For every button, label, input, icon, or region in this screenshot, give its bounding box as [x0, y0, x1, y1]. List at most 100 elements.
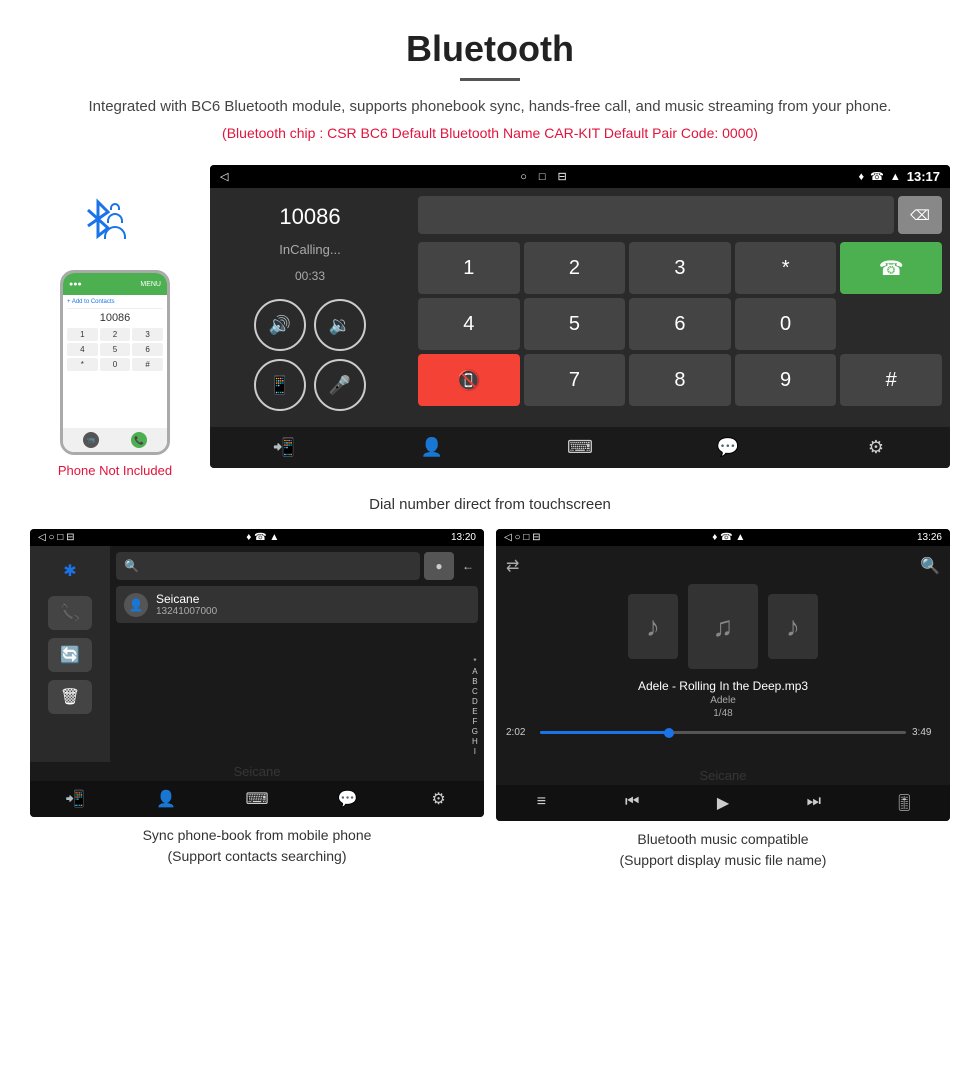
pb-nav-call-icon[interactable]: 📲 [57, 789, 93, 809]
pb-nav-messages-icon[interactable]: 💬 [330, 789, 366, 809]
album-art-row: ♪ ♫ ♪ [506, 584, 940, 669]
phone-menu-label: MENU [140, 281, 161, 288]
music-shuffle-icon[interactable]: ⇄ [506, 556, 519, 576]
phone-key-2[interactable]: 2 [100, 328, 131, 341]
pb-contact-row-1[interactable]: 👤 Seicane 13241007000 [116, 586, 478, 623]
phone-key-3[interactable]: 3 [132, 328, 163, 341]
nav-settings-icon[interactable]: ⚙ [856, 437, 896, 458]
car-location-icon: ♦ [859, 171, 865, 183]
phonebook-caption: Sync phone-book from mobile phone (Suppo… [133, 817, 382, 867]
phonebook-screen: ◁ ○ □ ⊟ ♦ ☎ ▲ 13:20 ✱ 📞 🔄 🗑 🔍 [30, 529, 484, 817]
phone-key-5[interactable]: 5 [100, 343, 131, 356]
dial-key-3[interactable]: 3 [629, 242, 731, 294]
pb-search-bar[interactable]: 🔍 [116, 552, 420, 580]
pb-nav-contacts-icon[interactable]: 👤 [148, 789, 184, 809]
pb-right-panel: 🔍 ● ← 👤 Seicane 13241007000 [110, 546, 484, 762]
car-phone-number: 10086 [279, 204, 340, 230]
contact-name-1: Seicane [156, 592, 217, 606]
phone-key-7[interactable]: * [67, 358, 98, 371]
dial-key-8[interactable]: 8 [629, 354, 731, 406]
phone-key-6[interactable]: 6 [132, 343, 163, 356]
music-progress-fill [540, 731, 668, 734]
pb-delete-icon[interactable]: 🗑 [48, 680, 92, 714]
car-right-panel: ⌫ 1 2 3 * ☎ 4 5 6 0 📵 7 8 [410, 188, 950, 427]
nav-call-transfer-icon[interactable]: 📲 [264, 437, 304, 458]
car-screen-wrap: ◁ ○ □ ⊟ ♦ ☎ ▲ 13:17 10086 InCalling... 0… [200, 165, 950, 468]
number-input-row: ⌫ [418, 196, 942, 234]
phone-video-btn[interactable]: 📹 [83, 432, 99, 448]
pb-contacts-area [116, 627, 468, 756]
dial-key-2[interactable]: 2 [524, 242, 626, 294]
nav-dialpad-icon[interactable]: ⌨ [560, 437, 600, 458]
car-volume-down-btn[interactable]: 🔉 [314, 299, 366, 351]
title-divider [460, 78, 520, 81]
music-search-icon[interactable]: 🔍 [920, 556, 940, 576]
page-header: Bluetooth Integrated with BC6 Bluetooth … [0, 0, 980, 165]
dial-key-7[interactable]: 7 [524, 354, 626, 406]
phone-key-4[interactable]: 4 [67, 343, 98, 356]
phone-add-contacts: + Add to Contacts [67, 299, 163, 309]
phone-not-included-label: Phone Not Included [58, 463, 172, 478]
car-nav-icon-home: ○ [520, 171, 527, 183]
music-nav-next-icon[interactable]: ⏭ [796, 793, 832, 813]
music-watermark: Seicane [496, 766, 950, 785]
car-mute-btn[interactable]: 🎤 [314, 359, 366, 411]
dial-key-9[interactable]: 9 [735, 354, 837, 406]
pb-call-icon[interactable]: 📞 [48, 596, 92, 630]
dial-key-5[interactable]: 5 [524, 298, 626, 350]
bottom-screenshots: ◁ ○ □ ⊟ ♦ ☎ ▲ 13:20 ✱ 📞 🔄 🗑 🔍 [0, 529, 980, 871]
dial-call-btn[interactable]: ☎ [840, 242, 942, 294]
page-description: Integrated with BC6 Bluetooth module, su… [40, 95, 940, 119]
album-art-left: ♪ [628, 594, 678, 659]
pb-sync-icon[interactable]: 🔄 [48, 638, 92, 672]
phone-call-btn[interactable]: 📞 [131, 432, 147, 448]
pb-alpha-section: * A B C D E F G H I [116, 627, 478, 756]
phone-key-1[interactable]: 1 [67, 328, 98, 341]
dial-key-zero[interactable]: 0 [735, 298, 837, 350]
dial-key-4[interactable]: 4 [418, 298, 520, 350]
nav-contacts-icon[interactable]: 👤 [412, 437, 452, 458]
pb-nav-dialpad-icon[interactable]: ⌨ [239, 789, 275, 809]
car-body: 10086 InCalling... 00:33 🔊 🔉 📱 🎤 ⌫ [210, 188, 950, 427]
music-nav-play-icon[interactable]: ▶ [705, 793, 741, 813]
phone-illustration: ●●● MENU + Add to Contacts 10086 1 2 3 4… [30, 165, 200, 478]
pb-back-arrow[interactable]: ← [458, 559, 478, 573]
pb-alpha-list: * A B C D E F G H I [472, 627, 478, 756]
dial-key-star[interactable]: * [735, 242, 837, 294]
pb-circle-btn[interactable]: ● [424, 552, 454, 580]
music-progress-bar[interactable] [540, 731, 906, 734]
music-nav-list-icon[interactable]: ≡ [523, 793, 559, 813]
phone-content: + Add to Contacts 10086 1 2 3 4 5 6 * 0 … [63, 295, 167, 428]
music-time: 13:26 [917, 532, 942, 543]
pb-nav-bar: 📲 👤 ⌨ 💬 ⚙ [30, 781, 484, 817]
music-top-row: ⇄ 🔍 [506, 556, 940, 576]
dial-key-6[interactable]: 6 [629, 298, 731, 350]
car-nav-icon-square: □ [539, 171, 546, 183]
dial-key-hash[interactable]: # [840, 354, 942, 406]
car-volume-up-btn[interactable]: 🔊 [254, 299, 306, 351]
car-transfer-btn[interactable]: 📱 [254, 359, 306, 411]
music-nav-bar: ≡ ⏮ ▶ ⏭ 🎚 [496, 785, 950, 821]
dialpad-grid: 1 2 3 * ☎ 4 5 6 0 📵 7 8 9 # [418, 242, 942, 406]
phonebook-section: ◁ ○ □ ⊟ ♦ ☎ ▲ 13:20 ✱ 📞 🔄 🗑 🔍 [30, 529, 490, 871]
page-title: Bluetooth [40, 28, 940, 70]
signal-arcs [110, 203, 126, 239]
contact-phone-1: 13241007000 [156, 606, 217, 617]
phone-key-9[interactable]: # [132, 358, 163, 371]
pb-left-panel: ✱ 📞 🔄 🗑 [30, 546, 110, 762]
pb-watermark: Seicane [30, 762, 484, 781]
car-wifi-icon: ▲ [890, 171, 901, 183]
number-input-field[interactable] [418, 196, 894, 234]
phone-key-8[interactable]: 0 [100, 358, 131, 371]
music-caption: Bluetooth music compatible (Support disp… [610, 821, 837, 871]
music-nav-prev-icon[interactable]: ⏮ [614, 793, 650, 813]
backspace-button[interactable]: ⌫ [898, 196, 942, 234]
music-nav-eq-icon[interactable]: 🎚 [887, 793, 923, 813]
dial-key-1[interactable]: 1 [418, 242, 520, 294]
car-calling-timer: 00:33 [295, 269, 325, 283]
album-art-center: ♫ [688, 584, 758, 669]
dial-hangup-btn[interactable]: 📵 [418, 354, 520, 406]
pb-status-icons: ♦ ☎ ▲ [246, 532, 279, 543]
nav-messages-icon[interactable]: 💬 [708, 437, 748, 458]
pb-nav-settings-icon[interactable]: ⚙ [421, 789, 457, 809]
